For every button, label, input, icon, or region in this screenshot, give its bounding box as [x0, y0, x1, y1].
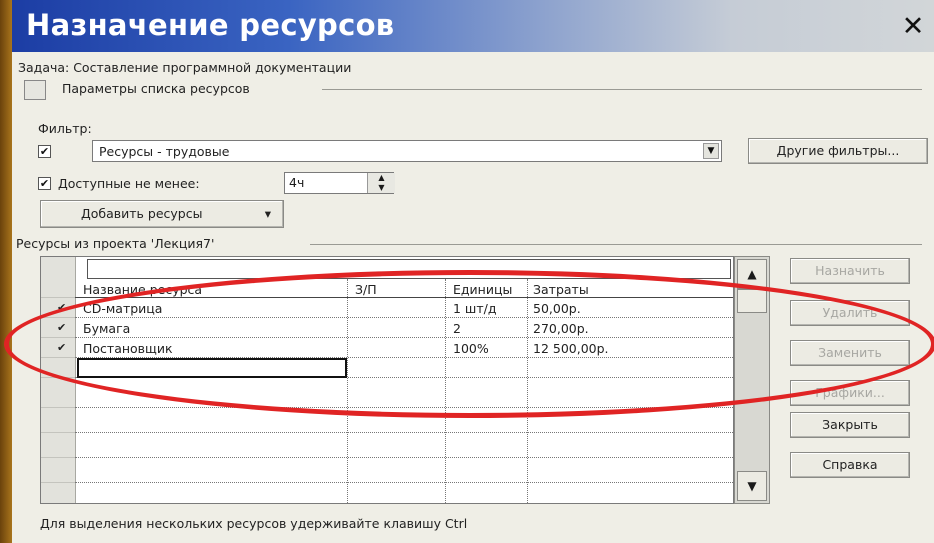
assign-button[interactable]: Назначить — [790, 258, 910, 284]
availability-checkbox[interactable]: ✔ — [38, 177, 51, 190]
resources-group-label: Ресурсы из проекта 'Лекция7' — [16, 236, 215, 251]
dropdown-arrow-icon[interactable]: ▼ — [703, 143, 719, 159]
spin-down-icon[interactable]: ▼ — [368, 183, 395, 193]
filter-checkbox[interactable]: ✔ — [38, 145, 51, 158]
options-group-divider — [322, 89, 922, 90]
assign-resources-dialog: Назначение ресурсов ✕ Задача: Составлени… — [4, 0, 934, 543]
spinner-arrows[interactable]: ▲ ▼ — [367, 173, 395, 193]
annotation-ellipse — [4, 270, 934, 418]
close-button[interactable]: Закрыть — [790, 412, 910, 438]
options-expander-button[interactable] — [24, 80, 46, 100]
task-label: Задача: Составление программной документ… — [18, 60, 352, 75]
window-title: Назначение ресурсов — [26, 8, 395, 42]
chevron-down-icon: ▾ — [264, 206, 271, 221]
resources-group-divider — [310, 244, 922, 245]
availability-value[interactable]: 4ч — [289, 175, 304, 190]
options-group-label: Параметры списка ресурсов — [62, 81, 250, 96]
add-resources-button[interactable]: Добавить ресурсы ▾ — [40, 200, 284, 228]
check-icon: ✔ — [39, 145, 50, 158]
check-icon: ✔ — [39, 177, 50, 190]
spin-up-icon[interactable]: ▲ — [368, 173, 395, 183]
title-bar[interactable]: Назначение ресурсов ✕ — [12, 0, 934, 52]
scroll-down-icon[interactable]: ▼ — [737, 471, 767, 501]
filter-label: Фильтр: — [38, 121, 92, 136]
close-icon[interactable]: ✕ — [898, 12, 928, 42]
add-resources-label: Добавить ресурсы — [81, 206, 203, 221]
footer-hint: Для выделения нескольких ресурсов удержи… — [40, 516, 468, 531]
outer-frame — [0, 0, 12, 543]
filter-select-value: Ресурсы - трудовые — [99, 144, 230, 159]
help-button[interactable]: Справка — [790, 452, 910, 478]
availability-label: Доступные не менее: — [58, 176, 200, 191]
availability-spinner[interactable]: 4ч ▲ ▼ — [284, 172, 395, 194]
other-filters-button[interactable]: Другие фильтры... — [748, 138, 928, 164]
filter-select[interactable]: Ресурсы - трудовые ▼ — [92, 140, 722, 162]
